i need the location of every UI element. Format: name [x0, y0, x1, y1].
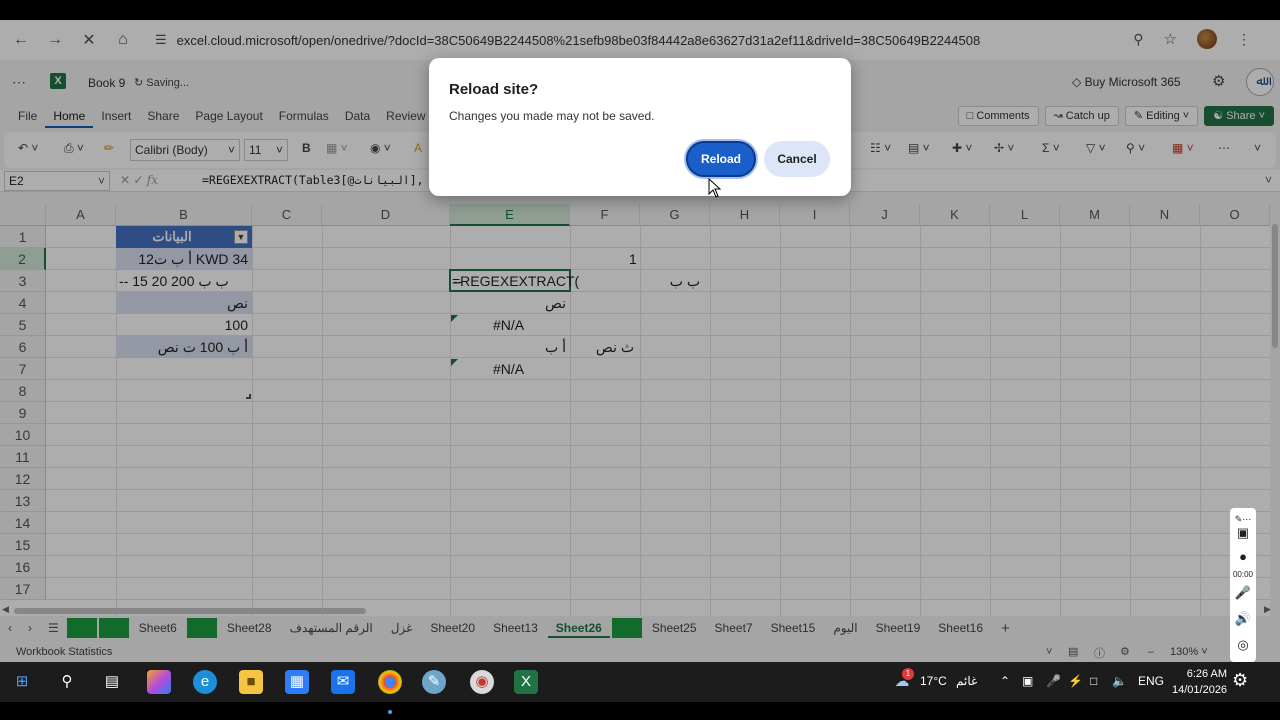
- task-view-icon[interactable]: ▤: [100, 670, 124, 694]
- windows-taskbar: ⊞ ⚲ ▤ e ■ ▦ ✉ ✎ ◉ X ☁ 1 17°C غائم ⌃ ▣ 🎤 …: [0, 662, 1280, 702]
- search-icon[interactable]: ⚲: [55, 670, 79, 694]
- dialog-message: Changes you made may not be saved.: [449, 109, 655, 123]
- screen-recorder-widget: ✎⋯ ▣ ● 00:00 🎤 🔊 ◎: [1230, 508, 1256, 662]
- network-icon[interactable]: □: [1090, 674, 1097, 688]
- volume-icon[interactable]: 🔈: [1112, 674, 1127, 688]
- recording-timer: 00:00: [1232, 570, 1254, 579]
- file-explorer-icon[interactable]: ■: [239, 670, 263, 694]
- excel-taskbar-icon[interactable]: X: [514, 670, 538, 694]
- language-indicator[interactable]: ENG: [1138, 674, 1164, 688]
- webcam-icon[interactable]: ◎: [1234, 636, 1252, 654]
- cancel-button[interactable]: Cancel: [764, 141, 830, 177]
- tray-overflow-icon[interactable]: ⌃: [1000, 674, 1010, 688]
- reload-button[interactable]: Reload: [686, 141, 756, 177]
- microsoft-store-icon[interactable]: ▦: [285, 670, 309, 694]
- browser-window: ← → ✕ ⌂ ☰ excel.cloud.microsoft/open/one…: [0, 20, 1280, 662]
- chrome-icon[interactable]: [378, 670, 402, 694]
- tray-usb-icon[interactable]: ⚡: [1068, 674, 1083, 688]
- dialog-title: Reload site?: [449, 81, 539, 98]
- mouse-cursor-icon: [708, 178, 722, 198]
- recorder-app-icon[interactable]: ◉: [470, 670, 494, 694]
- notification-badge: 1: [902, 668, 914, 680]
- tray-mic-icon[interactable]: 🎤: [1046, 674, 1061, 688]
- windows-start-icon[interactable]: ⊞: [10, 670, 34, 694]
- settings-gear-icon[interactable]: ⚙: [1232, 670, 1248, 691]
- weather-temp[interactable]: 17°C: [920, 674, 947, 688]
- paint-app-icon[interactable]: ✎: [422, 670, 446, 694]
- system-clock[interactable]: 6:26 AM 14/01/2026: [1172, 666, 1227, 698]
- camera-icon[interactable]: ▣: [1234, 524, 1252, 542]
- speaker-icon[interactable]: 🔊: [1234, 610, 1252, 628]
- tray-app-icon[interactable]: ▣: [1022, 674, 1033, 688]
- microphone-icon[interactable]: 🎤: [1234, 584, 1252, 602]
- copilot-icon[interactable]: [147, 670, 171, 694]
- reload-site-dialog: Reload site? Changes you made may not be…: [429, 58, 851, 196]
- edge-browser-icon[interactable]: e: [193, 670, 217, 694]
- record-icon[interactable]: ●: [1234, 548, 1252, 566]
- outlook-icon[interactable]: ✉: [331, 670, 355, 694]
- weather-text[interactable]: غائم: [956, 674, 977, 688]
